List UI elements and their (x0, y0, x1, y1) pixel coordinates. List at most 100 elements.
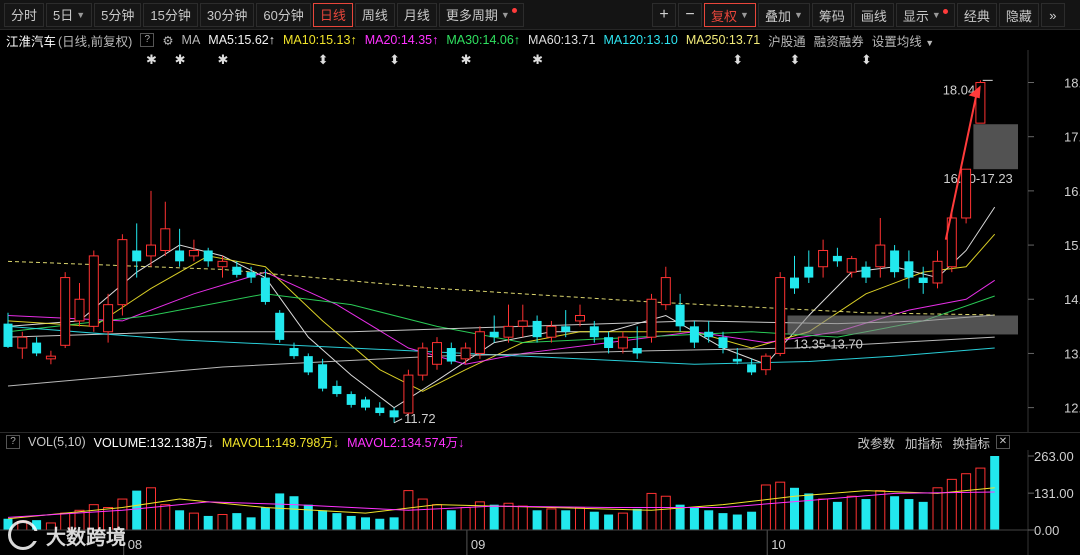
toolbar-button-label: 隐藏 (1005, 8, 1032, 24)
add-indicator-button[interactable]: 加指标 (905, 433, 943, 452)
volume-bar-down (446, 510, 456, 530)
candle-body-up (460, 347, 471, 360)
period-button-7[interactable]: 周线 (354, 2, 395, 27)
help-icon[interactable]: ? (140, 33, 155, 47)
set-ma-button[interactable]: 设置均线 ▼ (872, 31, 934, 50)
volume-bar-up (575, 506, 585, 531)
toolbar-button-4[interactable]: 经典 (956, 3, 997, 27)
candle-body-down (589, 326, 599, 338)
period-label: 30分钟 (206, 8, 248, 23)
chevron-down-icon: ▼ (931, 10, 941, 20)
up-arrow-icon: ↑ (432, 33, 439, 47)
candle-body-down (489, 331, 499, 338)
close-icon[interactable]: ✕ (996, 435, 1010, 449)
candle-body-down (246, 272, 256, 278)
hgt-link[interactable]: 沪股通 (768, 31, 806, 50)
candle-body-down (318, 364, 328, 389)
volume-bar-down (232, 513, 242, 530)
candle-body-up (417, 347, 428, 376)
volume-bar-down (790, 487, 799, 530)
volume-bar-down (332, 513, 342, 530)
chevron-down-icon: ▼ (925, 37, 935, 48)
notification-dot (942, 8, 948, 14)
volume-bar-up (417, 498, 428, 531)
candle-body-down (303, 356, 313, 373)
candle-body-down (804, 266, 814, 278)
candle-body-down (275, 312, 285, 340)
toolbar-button-3[interactable]: 显示 ▼ (895, 3, 955, 27)
fuquan-label: 复权 (711, 8, 738, 24)
annotation-leader (393, 418, 403, 424)
ma5-text: MA5:15.62 (208, 33, 269, 47)
ma5-value: MA5:15.62↑ (208, 33, 275, 47)
toolbar-button-0[interactable]: 叠加 ▼ (757, 3, 810, 27)
candle-body-up (146, 244, 156, 257)
candle-body-down (861, 266, 871, 278)
volume-bar-down (289, 496, 299, 530)
volume-bar-down (561, 510, 571, 530)
volume-bar-up (932, 487, 943, 531)
candle-body-up (961, 168, 972, 219)
volume-bar-down (732, 514, 742, 530)
candle-body-up (646, 298, 657, 338)
annotation-label: 11.72 (404, 411, 436, 426)
volume-bar-down (747, 511, 757, 530)
more-arrow-button[interactable]: » (1040, 3, 1065, 27)
zoom-in-button[interactable]: + (652, 3, 676, 27)
volume-bar-down (689, 507, 699, 530)
volume-bar-down (532, 510, 542, 530)
candle-body-down (718, 337, 728, 349)
period-button-9[interactable]: 更多周期 ▼ (438, 2, 524, 27)
rzrq-link[interactable]: 融资融券 (814, 31, 864, 50)
event-marker: ✱ (175, 53, 186, 68)
event-marker: ✱ (532, 53, 543, 68)
fuquan-button[interactable]: 复权 ▼ (704, 3, 756, 27)
candle-body-up (160, 228, 171, 251)
zoom-out-button[interactable]: − (678, 3, 702, 27)
gap-box (787, 315, 1018, 335)
candle-body-up (846, 258, 857, 273)
gap-box (973, 124, 1018, 170)
period-button-1[interactable]: 5日 ▼ (46, 2, 93, 27)
candle-body-up (932, 260, 943, 284)
candle-body-down (32, 342, 42, 354)
watermark-text: 大数跨境 (46, 526, 126, 549)
period-label: 月线 (403, 8, 430, 23)
period-label: 日线 (319, 8, 346, 23)
ma250-value: MA250:13.71 (685, 33, 761, 47)
toolbar-button-5[interactable]: 隐藏 (998, 3, 1039, 27)
period-button-5[interactable]: 60分钟 (256, 2, 311, 27)
toolbar-button-1[interactable]: 筹码 (811, 3, 852, 27)
period-button-2[interactable]: 5分钟 (94, 2, 142, 27)
toolbar-button-label: 筹码 (818, 8, 845, 24)
volume-chart[interactable]: 263.00 131.00 0.00 08 09 10 (0, 450, 1080, 555)
price-chart[interactable]: 18.00 17.00 16.00 15.00 14.00 13.00 12.00 ✱ ✱ ✱ ⬍ ⬍… (0, 50, 1080, 432)
chevron-down-icon: ▼ (740, 10, 749, 20)
candle-body-up (617, 336, 628, 349)
ma-label: MA (181, 33, 201, 47)
watermark: 大数跨境 (8, 520, 126, 550)
price-tick-label: 18.00 (1064, 76, 1080, 91)
event-marker: ⬍ (389, 53, 400, 68)
period-button-3[interactable]: 15分钟 (143, 2, 198, 27)
volume-bar-up (818, 498, 829, 531)
volume-bar-down (804, 493, 814, 530)
gear-icon[interactable]: ⚙ (162, 33, 173, 48)
down-arrow-icon: ↓ (332, 436, 340, 450)
period-button-6[interactable]: 日线 (312, 2, 353, 27)
change-params-button[interactable]: 改参数 (857, 433, 895, 452)
toolbar-button-2[interactable]: 画线 (853, 3, 894, 27)
chart-mode: (日线,前复权) (58, 34, 133, 49)
candle-body-down (561, 326, 571, 332)
ma-line-ma10 (7, 233, 996, 392)
period-button-0[interactable]: 分时 (4, 2, 45, 27)
volume-bar-down (175, 510, 185, 530)
volume-bar-down (918, 501, 928, 530)
period-button-4[interactable]: 30分钟 (199, 2, 255, 27)
period-button-8[interactable]: 月线 (396, 2, 437, 27)
candle-body-down (260, 277, 270, 302)
help-icon[interactable]: ? (6, 434, 20, 449)
switch-indicator-button[interactable]: 换指标 (952, 433, 990, 452)
volume-tick-label: 131.00 (1034, 486, 1074, 501)
price-tick-label: 17.00 (1064, 130, 1080, 145)
